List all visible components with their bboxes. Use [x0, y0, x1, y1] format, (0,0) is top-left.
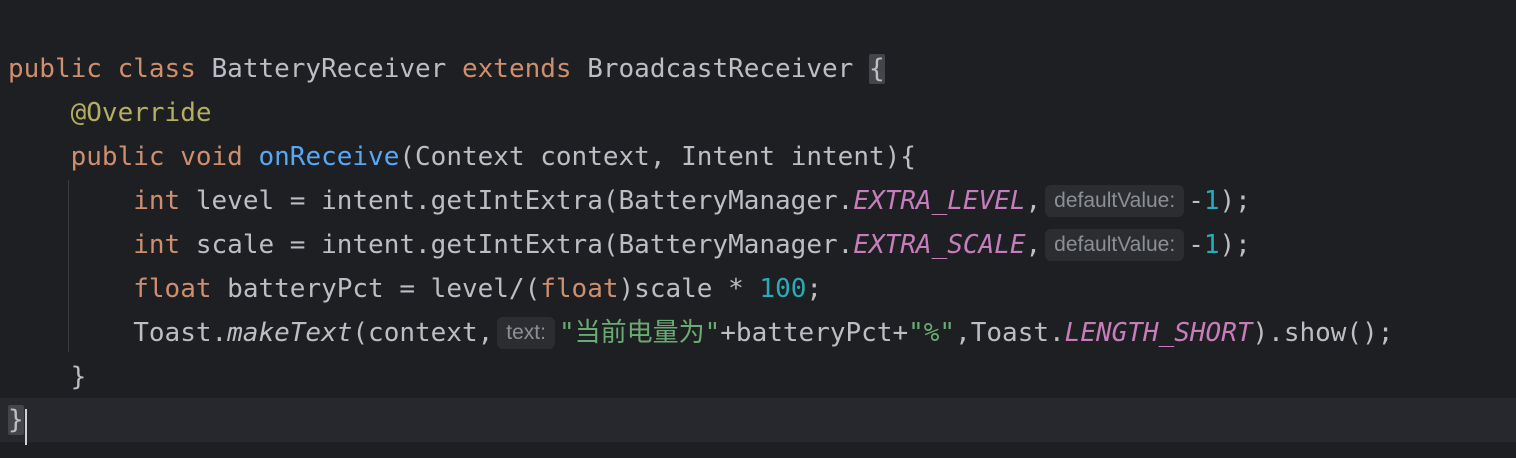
code-line-8[interactable]: }: [0, 355, 1516, 399]
number-literal: 100: [759, 274, 807, 304]
number-literal: 1: [1203, 230, 1220, 260]
keyword-class: class: [117, 54, 196, 84]
statement-end: );: [1219, 230, 1251, 260]
code-line-4-text: int level = intent.getIntExtra(BatteryMa…: [8, 179, 1251, 223]
text-caret: [25, 409, 27, 445]
class-close-brace: }: [8, 405, 24, 435]
parameter-hint-default-value: defaultValue:: [1045, 229, 1185, 261]
keyword-int: int: [133, 230, 181, 260]
code-line-2-text: @Override: [8, 91, 212, 135]
keyword-float-cast: float: [540, 274, 619, 304]
battery-pct-statement: batteryPct = level/(: [227, 274, 541, 304]
code-line-5[interactable]: int scale = intent.getIntExtra(BatteryMa…: [0, 223, 1516, 267]
minus-sign: -: [1188, 230, 1204, 260]
method-name-onreceive: onReceive: [258, 142, 400, 172]
number-literal: 1: [1203, 186, 1220, 216]
code-line-7[interactable]: Toast.makeText(context, text: "当前电量为"+batt…: [0, 311, 1516, 355]
keyword-float: float: [133, 274, 212, 304]
string-literal-message: "当前电量为": [558, 318, 721, 348]
superclass-name: BroadcastReceiver: [587, 54, 854, 84]
code-line-2[interactable]: @Override: [0, 91, 1516, 135]
method-parameters: (Context context, Intent intent){: [399, 142, 916, 172]
concat-expression: +batteryPct+: [720, 318, 909, 348]
keyword-void: void: [180, 142, 243, 172]
toast-class-ref: Toast.: [133, 318, 228, 348]
keyword-public: public: [8, 54, 102, 84]
keyword-int: int: [133, 186, 181, 216]
parameter-hint-text: text:: [497, 317, 555, 349]
static-method-maketext: makeText: [227, 318, 353, 348]
code-line-6-text: float batteryPct = level/(float)scale * …: [8, 267, 822, 311]
constant-length-short: LENGTH_SHORT: [1064, 318, 1253, 348]
code-editor[interactable]: public class BatteryReceiver extends Bro…: [0, 0, 1516, 458]
code-line-3[interactable]: public void onReceive(Context context, I…: [0, 135, 1516, 179]
scale-statement: scale = intent.getIntExtra(BatteryManage…: [195, 230, 854, 260]
code-line-4[interactable]: int level = intent.getIntExtra(BatteryMa…: [0, 179, 1516, 223]
level-statement: level = intent.getIntExtra(BatteryManage…: [195, 186, 854, 216]
code-line-9-text: }: [8, 398, 27, 445]
keyword-public: public: [70, 142, 165, 172]
constant-extra-level: EXTRA_LEVEL: [853, 186, 1026, 216]
statement-end: ).show();: [1252, 318, 1394, 348]
constant-extra-scale: EXTRA_SCALE: [853, 230, 1026, 260]
code-line-1-text: public class BatteryReceiver extends Bro…: [8, 47, 885, 91]
code-line-5-text: int scale = intent.getIntExtra(BatteryMa…: [8, 223, 1251, 267]
string-literal-percent: "%": [908, 318, 956, 348]
comma: ,: [1025, 230, 1042, 260]
parameter-hint-default-value: defaultValue:: [1045, 185, 1185, 217]
comma: ,: [1025, 186, 1042, 216]
code-line-3-text: public void onReceive(Context context, I…: [8, 135, 916, 179]
code-line-7-text: Toast.makeText(context, text: "当前电量为"+batt…: [8, 311, 1393, 355]
keyword-extends: extends: [461, 54, 572, 84]
minus-sign: -: [1188, 186, 1204, 216]
matched-close-brace: }: [8, 405, 27, 445]
code-line-1[interactable]: public class BatteryReceiver extends Bro…: [0, 47, 1516, 91]
cast-expression: )scale *: [618, 274, 760, 304]
toast-duration-ref: ,Toast.: [955, 318, 1065, 348]
method-close-brace: }: [70, 362, 87, 392]
statement-end: );: [1219, 186, 1251, 216]
statement-end: ;: [806, 274, 823, 304]
matched-open-brace: {: [868, 54, 885, 84]
override-annotation: @Override: [70, 98, 212, 128]
code-line-9-current[interactable]: }: [0, 398, 1516, 445]
call-arguments: (context,: [352, 318, 494, 348]
class-name: BatteryReceiver: [211, 54, 447, 84]
code-line-8-text: }: [8, 355, 87, 399]
code-line-6[interactable]: float batteryPct = level/(float)scale * …: [0, 267, 1516, 311]
